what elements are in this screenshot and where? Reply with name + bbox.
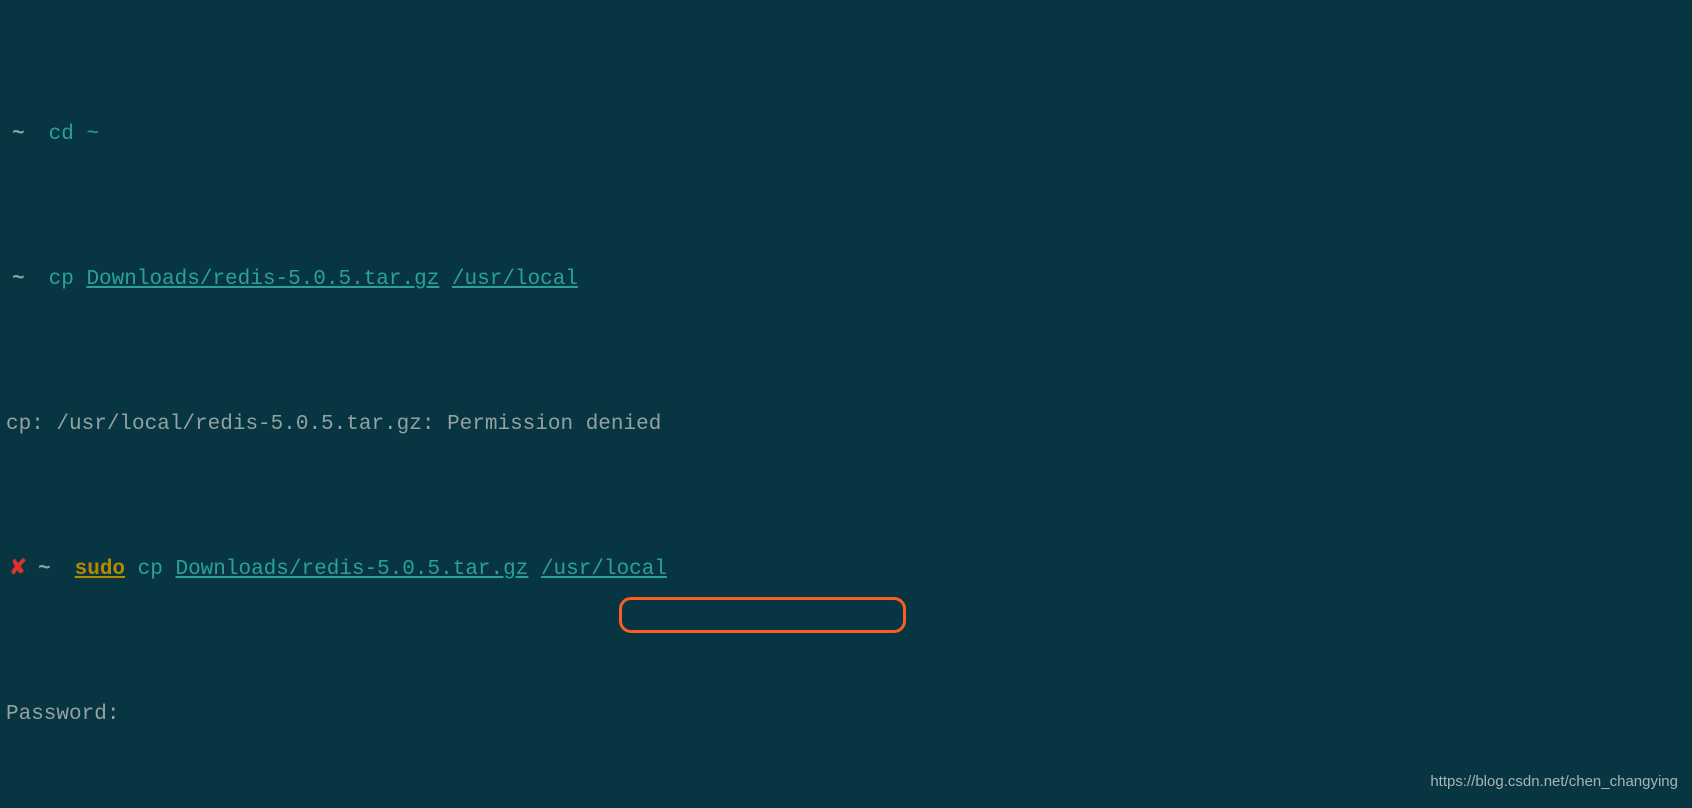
- cmd-cp: cp: [49, 265, 74, 294]
- cmd-arg-path: Downloads/redis-5.0.5.tar.gz: [175, 555, 528, 584]
- password-prompt: Password:: [6, 700, 1686, 729]
- watermark-text: https://blog.csdn.net/chen_changying: [1430, 767, 1678, 796]
- prompt-pill-home: ~: [6, 122, 35, 148]
- error-output: cp: /usr/local/redis-5.0.5.tar.gz: Permi…: [6, 410, 1686, 439]
- terminal[interactable]: ~ cd ~ ~ cp Downloads/redis-5.0.5.tar.gz…: [0, 0, 1692, 808]
- cmd-arg-path: /usr/local: [541, 555, 667, 584]
- prompt-line: ✘ ~ sudo cp Downloads/redis-5.0.5.tar.gz…: [6, 555, 1686, 584]
- cmd-arg-path: /usr/local: [452, 265, 578, 294]
- cmd-cd: cd: [49, 120, 74, 149]
- prompt-pill-home: ~: [6, 267, 35, 293]
- prompt-pill-home: ~: [32, 557, 61, 583]
- error-status-icon: ✘: [6, 555, 30, 584]
- prompt-line: ~ cd ~: [6, 120, 1686, 149]
- prompt-line: ~ cp Downloads/redis-5.0.5.tar.gz /usr/l…: [6, 265, 1686, 294]
- cmd-arg-path: Downloads/redis-5.0.5.tar.gz: [86, 265, 439, 294]
- cmd-sudo: sudo: [75, 555, 125, 584]
- cmd-arg: ~: [86, 120, 99, 149]
- cmd-cp: cp: [138, 555, 163, 584]
